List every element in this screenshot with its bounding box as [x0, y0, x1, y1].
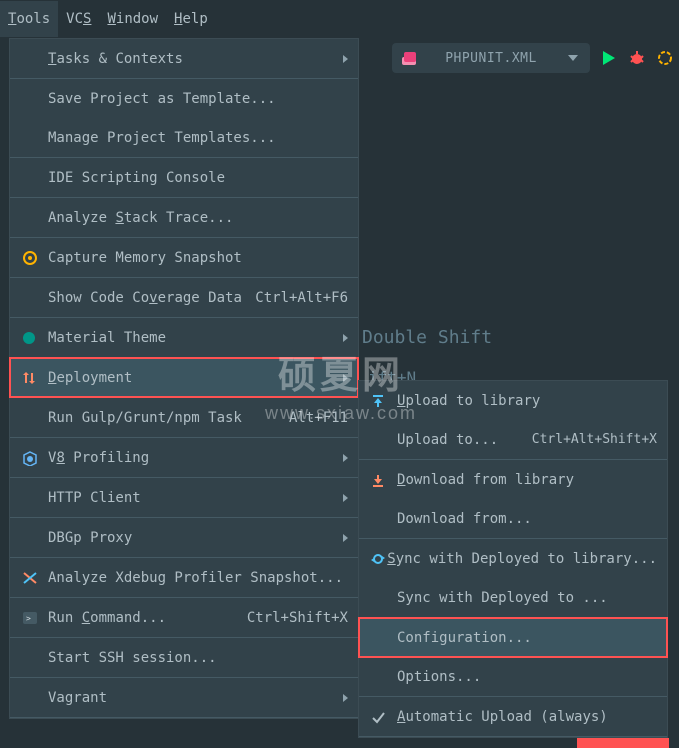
submenu-arrow-icon: [343, 694, 348, 702]
camera-icon: [22, 250, 48, 266]
menu-item-run-command[interactable]: > Run Command... Ctrl+Shift+X: [10, 598, 358, 637]
menu-item-http-client[interactable]: HTTP Client: [10, 478, 358, 517]
shortcut: Alt+F11: [289, 410, 348, 426]
shortcut: Ctrl+Shift+X: [247, 610, 348, 626]
run-toolbar: PHPUNIT.XML: [392, 43, 674, 73]
submenu-arrow-icon: [343, 55, 348, 63]
separator: [359, 736, 667, 737]
run-config-select[interactable]: PHPUNIT.XML: [392, 43, 590, 73]
xdebug-icon: [22, 570, 48, 586]
menubar: Tools VCS Window Help: [0, 0, 679, 38]
submenu-item-download-from[interactable]: Download from...: [359, 499, 667, 538]
menubar-item-tools[interactable]: Tools: [0, 1, 58, 37]
submenu-arrow-icon: [343, 534, 348, 542]
submenu-arrow-icon: [343, 374, 348, 382]
shortcut: Ctrl+Alt+F6: [255, 290, 348, 306]
menu-item-analyze-stack[interactable]: Analyze Stack Trace...: [10, 198, 358, 237]
submenu-item-automatic-upload[interactable]: Automatic Upload (always): [359, 697, 667, 736]
theme-icon: [22, 331, 48, 345]
mnemonic: W: [107, 11, 115, 27]
menubar-item-help[interactable]: Help: [166, 1, 216, 37]
submenu-item-configuration[interactable]: Configuration...: [359, 618, 667, 657]
submenu-item-sync-library[interactable]: Sync with Deployed to library...: [359, 539, 667, 578]
shortcut: Ctrl+Alt+Shift+X: [532, 432, 657, 447]
bottom-red-bar: [577, 738, 669, 748]
upload-icon: [371, 394, 397, 408]
coverage-icon[interactable]: [656, 49, 674, 67]
menu-item-tasks-contexts[interactable]: Tasks & Contexts: [10, 39, 358, 78]
menu-item-dbgp-proxy[interactable]: DBGp Proxy: [10, 518, 358, 557]
run-icon[interactable]: [600, 49, 618, 67]
menubar-item-vcs[interactable]: VCS: [58, 1, 99, 37]
config-label: PHPUNIT.XML: [426, 51, 556, 66]
submenu-item-upload-library[interactable]: Upload to library: [359, 381, 667, 420]
submenu-item-upload-to[interactable]: Upload to... Ctrl+Alt+Shift+X: [359, 420, 667, 459]
menu-item-run-gulp[interactable]: Run Gulp/Grunt/npm Task Alt+F11: [10, 398, 358, 437]
menubar-item-window[interactable]: Window: [99, 1, 166, 37]
mnemonic: S: [83, 11, 91, 27]
chevron-down-icon: [564, 49, 582, 67]
submenu-item-download-library[interactable]: Download from library: [359, 460, 667, 499]
submenu-arrow-icon: [343, 454, 348, 462]
submenu-arrow-icon: [343, 334, 348, 342]
svg-text:>: >: [26, 614, 31, 623]
menu-item-manage-templates[interactable]: Manage Project Templates...: [10, 118, 358, 157]
sync-icon: [371, 552, 387, 566]
menu-item-capture-memory[interactable]: Capture Memory Snapshot: [10, 238, 358, 277]
check-icon: [371, 710, 397, 724]
deployment-icon: [22, 371, 48, 385]
menu-item-deployment[interactable]: Deployment: [10, 358, 358, 397]
menu-item-ide-console[interactable]: IDE Scripting Console: [10, 158, 358, 197]
menu-item-save-template[interactable]: Save Project as Template...: [10, 79, 358, 118]
menu-item-vagrant[interactable]: Vagrant: [10, 678, 358, 717]
download-icon: [371, 473, 397, 487]
submenu-item-sync-with[interactable]: Sync with Deployed to ...: [359, 578, 667, 617]
tools-menu: Tasks & Contexts Save Project as Templat…: [9, 38, 359, 719]
config-file-icon: [400, 49, 418, 67]
menu-item-ssh-session[interactable]: Start SSH session...: [10, 638, 358, 677]
hint-double-shift: Double Shift: [362, 318, 492, 358]
menu-item-v8-profiling[interactable]: V8 Profiling: [10, 438, 358, 477]
menu-item-material-theme[interactable]: Material Theme: [10, 318, 358, 357]
submenu-arrow-icon: [343, 494, 348, 502]
separator: [10, 717, 358, 718]
debug-icon[interactable]: [628, 49, 646, 67]
submenu-item-options[interactable]: Options...: [359, 657, 667, 696]
terminal-icon: >: [22, 611, 48, 625]
menu-item-xdebug-snapshot[interactable]: Analyze Xdebug Profiler Snapshot...: [10, 558, 358, 597]
menu-item-coverage[interactable]: Show Code Coverage Data Ctrl+Alt+F6: [10, 278, 358, 317]
deployment-submenu: Upload to library Upload to... Ctrl+Alt+…: [358, 380, 668, 738]
v8-icon: [22, 450, 48, 466]
